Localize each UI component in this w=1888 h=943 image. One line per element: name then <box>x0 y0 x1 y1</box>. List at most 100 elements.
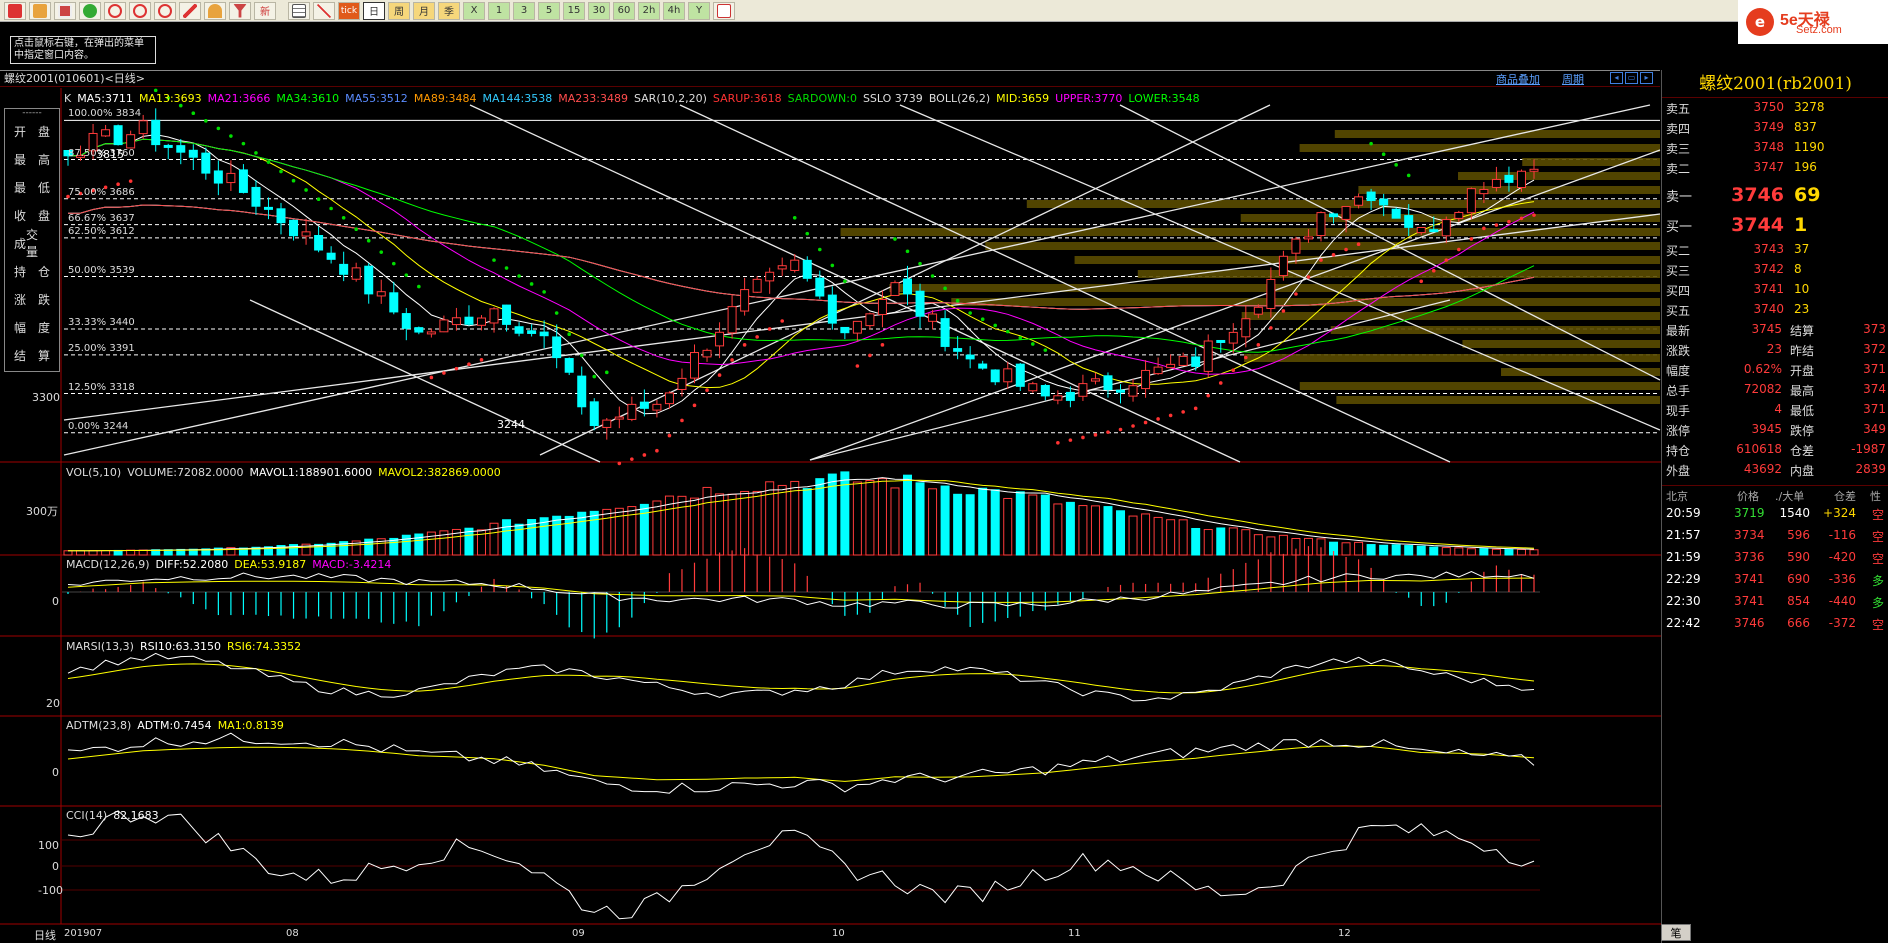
menu-item[interactable]: 幅度 <box>5 313 59 341</box>
candle-body <box>1128 385 1138 397</box>
menu-item[interactable]: 收盘 <box>5 201 59 229</box>
ask-price: 3750 <box>1753 100 1784 114</box>
sar-dot <box>1469 237 1474 241</box>
home-icon[interactable] <box>4 1 26 20</box>
menu-item[interactable]: 最低 <box>5 173 59 201</box>
period-y[interactable]: Y <box>688 1 710 20</box>
menu-item[interactable]: 最高 <box>5 145 59 173</box>
zoom-out-icon[interactable] <box>129 1 151 20</box>
volume-bar <box>1103 506 1113 556</box>
pencil-icon[interactable] <box>179 1 201 20</box>
x-label-09: 09 <box>572 928 585 939</box>
menu-item[interactable]: 开盘 <box>5 117 59 145</box>
volume-bar <box>815 478 825 556</box>
volume-bar <box>76 550 86 556</box>
period-2h[interactable]: 2h <box>638 1 660 20</box>
period-week[interactable]: 周 <box>388 1 410 20</box>
sar-dot <box>792 215 797 220</box>
cci-y-label-neg100: -100 <box>38 884 63 897</box>
volume-profile-bar <box>1334 130 1660 138</box>
stat-value: 373 <box>1863 322 1886 336</box>
period-day[interactable]: 日 <box>363 1 385 20</box>
sar-dot <box>755 335 759 339</box>
stat-row: 涨停 3945 跌停 349 <box>1662 422 1888 442</box>
period-month[interactable]: 月 <box>413 1 435 20</box>
sar-dot <box>1406 173 1411 178</box>
volume-bar <box>1116 510 1126 556</box>
tick-icon[interactable]: tick <box>338 1 360 20</box>
ask-label: 卖五 <box>1666 102 1691 116</box>
logo-mark: e <box>1746 8 1774 36</box>
sar-dot <box>1181 410 1185 414</box>
ask-row[interactable]: 卖四 3749 837 <box>1662 120 1888 140</box>
tick-header: 北京 价格 ./大单 仓差 性 <box>1662 485 1888 503</box>
line-chart-icon[interactable] <box>313 1 335 20</box>
sar-dot <box>479 358 484 362</box>
period-quarter[interactable]: 季 <box>438 1 460 20</box>
period-15min[interactable]: 15 <box>563 1 585 20</box>
overlay-link[interactable]: 商品叠加 <box>1496 71 1540 87</box>
candle-body <box>1178 355 1188 366</box>
fib-value: 3686 <box>109 186 135 198</box>
expand-icon[interactable]: ▭ <box>1625 72 1638 84</box>
sar-dot <box>1093 433 1098 437</box>
menu-item[interactable]: 结算 <box>5 341 59 369</box>
tick-volume: 854 <box>1787 594 1810 608</box>
bid-row[interactable]: 买二 3743 37 <box>1662 242 1888 262</box>
calendar-icon[interactable] <box>713 1 735 20</box>
sar-dot <box>730 358 734 362</box>
bid-row[interactable]: 买一 3744 1 <box>1662 214 1888 236</box>
ask-row[interactable]: 卖五 3750 3278 <box>1662 100 1888 120</box>
gauge-icon[interactable] <box>204 1 226 20</box>
candle-body <box>1266 278 1276 310</box>
monitor-icon[interactable] <box>54 1 76 20</box>
ticks-tab[interactable]: 笔 <box>1661 924 1691 941</box>
stat-value: -1987 <box>1851 442 1886 456</box>
menu-item[interactable]: 持仓 <box>5 257 59 285</box>
candle-body <box>1391 208 1401 219</box>
menu-item[interactable]: 成交量 <box>5 228 59 259</box>
chart-area[interactable] <box>0 88 1661 943</box>
period-3min[interactable]: 3 <box>513 1 535 20</box>
candle-body <box>915 290 925 317</box>
period-1min[interactable]: 1 <box>488 1 510 20</box>
ask-row[interactable]: 卖三 3748 1190 <box>1662 140 1888 160</box>
candle-body <box>1040 385 1050 397</box>
period-4h[interactable]: 4h <box>663 1 685 20</box>
zoom-icon[interactable] <box>154 1 176 20</box>
bid-row[interactable]: 买五 3740 23 <box>1662 302 1888 322</box>
bid-row[interactable]: 买三 3742 8 <box>1662 262 1888 282</box>
menu-item[interactable]: 涨跌 <box>5 285 59 313</box>
tick-time: 20:59 <box>1666 506 1701 520</box>
refresh-icon[interactable] <box>79 1 101 20</box>
bid-row[interactable]: 买四 3741 10 <box>1662 282 1888 302</box>
chart-title: 螺纹2001(010601)<日线> <box>4 72 146 85</box>
fib-label: 12.50% 3318 <box>68 382 135 393</box>
candle-body <box>376 291 386 297</box>
folder-icon[interactable] <box>29 1 51 20</box>
fib-pct: 33.33% <box>68 316 107 328</box>
volume-bar <box>1003 497 1013 556</box>
period-60min[interactable]: 60 <box>613 1 635 20</box>
ask-volume: 3278 <box>1794 100 1825 114</box>
context-hint: 点击鼠标右键，在弹出的菜单中指定窗口内容。 <box>10 36 156 64</box>
quote-title: 螺纹2001(rb2001) <box>1662 70 1888 98</box>
sar-dot <box>454 366 459 371</box>
period-30min[interactable]: 30 <box>588 1 610 20</box>
zoom-in-icon[interactable] <box>104 1 126 20</box>
next-icon[interactable]: ▸ <box>1640 72 1653 84</box>
ask-row[interactable]: 卖二 3747 196 <box>1662 160 1888 180</box>
candle-body <box>1466 188 1476 214</box>
candle-body <box>928 313 938 322</box>
ask-row[interactable]: 卖一 3746 69 <box>1662 184 1888 206</box>
prev-icon[interactable]: ◂ <box>1610 72 1623 84</box>
stat-row: 总手 72082 最高 374 <box>1662 382 1888 402</box>
sar-dot <box>1131 424 1135 428</box>
cycle-link[interactable]: 周期 <box>1562 71 1584 87</box>
table-icon[interactable] <box>288 1 310 20</box>
new-icon[interactable]: 新 <box>254 1 276 20</box>
tick-volume: 690 <box>1787 572 1810 586</box>
period-x[interactable]: X <box>463 1 485 20</box>
filter-icon[interactable] <box>229 1 251 20</box>
period-5min[interactable]: 5 <box>538 1 560 20</box>
